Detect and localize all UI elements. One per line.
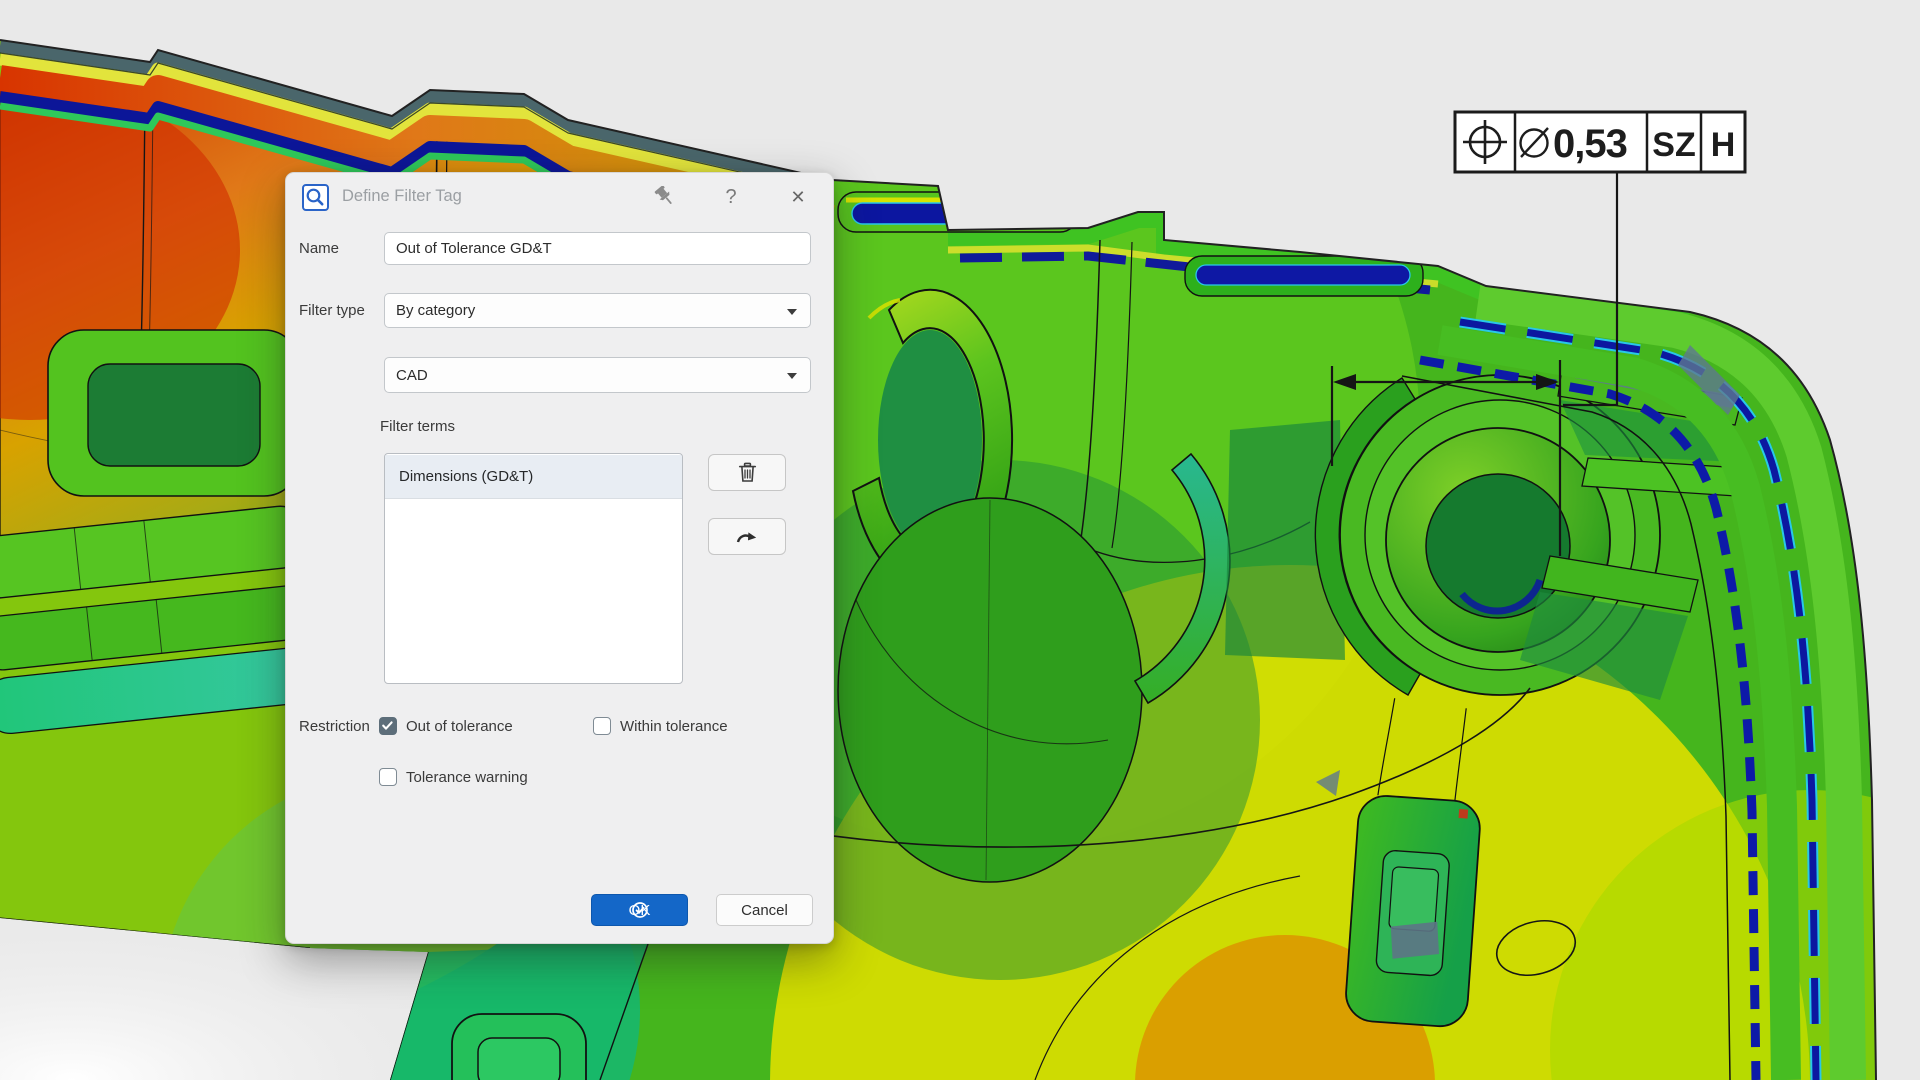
checkbox-tolerance-warning[interactable] (379, 768, 397, 786)
redo-term-button[interactable] (708, 518, 786, 555)
filter-type-label: Filter type (299, 302, 365, 319)
redo-arrow-icon (735, 528, 759, 545)
name-input[interactable] (384, 232, 811, 265)
check-icon (380, 718, 395, 733)
pin-button[interactable] (647, 181, 681, 213)
trash-icon (738, 462, 757, 483)
checkbox-label: Out of tolerance (406, 718, 513, 735)
caret-down-icon (787, 373, 797, 379)
caret-down-icon (787, 309, 797, 315)
feature-control-frame[interactable]: 0,53 SZ H (1455, 112, 1745, 172)
restriction-label: Restriction (299, 718, 370, 735)
filter-type-value: By category (396, 302, 475, 319)
checkbox-within-tolerance[interactable] (593, 717, 611, 735)
dialog-title: Define Filter Tag (342, 187, 462, 206)
name-label: Name (299, 240, 339, 257)
pocket-bracket (48, 330, 300, 496)
checkbox-out-of-tolerance[interactable] (379, 717, 397, 735)
list-item[interactable]: Dimensions (GD&T) (385, 455, 682, 499)
slot-boss (452, 1014, 586, 1080)
application-window: 0,53 SZ H Define Filter Tag ? ✕ Name Fil… (0, 0, 1920, 1080)
category-value: CAD (396, 367, 428, 384)
filter-terms-label: Filter terms (380, 418, 455, 435)
tolerance-value: 0,53 (1553, 122, 1627, 166)
checkbox-label: Within tolerance (620, 718, 728, 735)
pin-icon (653, 186, 675, 208)
cancel-button[interactable]: Cancel (716, 894, 813, 926)
help-button[interactable]: ? (714, 181, 748, 213)
cancel-label: Cancel (741, 902, 788, 919)
filter-search-icon (302, 184, 329, 211)
ok-label: OK (629, 902, 651, 919)
category-dropdown[interactable]: CAD (384, 357, 811, 393)
close-icon: ✕ (790, 187, 805, 208)
delete-term-button[interactable] (708, 454, 786, 491)
filter-type-dropdown[interactable]: By category (384, 293, 811, 328)
close-button[interactable]: ✕ (781, 181, 815, 213)
zone-modifier: SZ (1652, 126, 1695, 164)
define-filter-tag-dialog: Define Filter Tag ? ✕ Name Filter type B… (285, 172, 834, 944)
datum-reference: H (1711, 126, 1736, 164)
checkbox-label: Tolerance warning (406, 769, 528, 786)
help-icon: ? (725, 186, 736, 209)
list-item-label: Dimensions (GD&T) (399, 468, 533, 485)
filter-terms-list[interactable]: Dimensions (GD&T) (384, 453, 683, 684)
ok-button[interactable]: OK (591, 894, 688, 926)
